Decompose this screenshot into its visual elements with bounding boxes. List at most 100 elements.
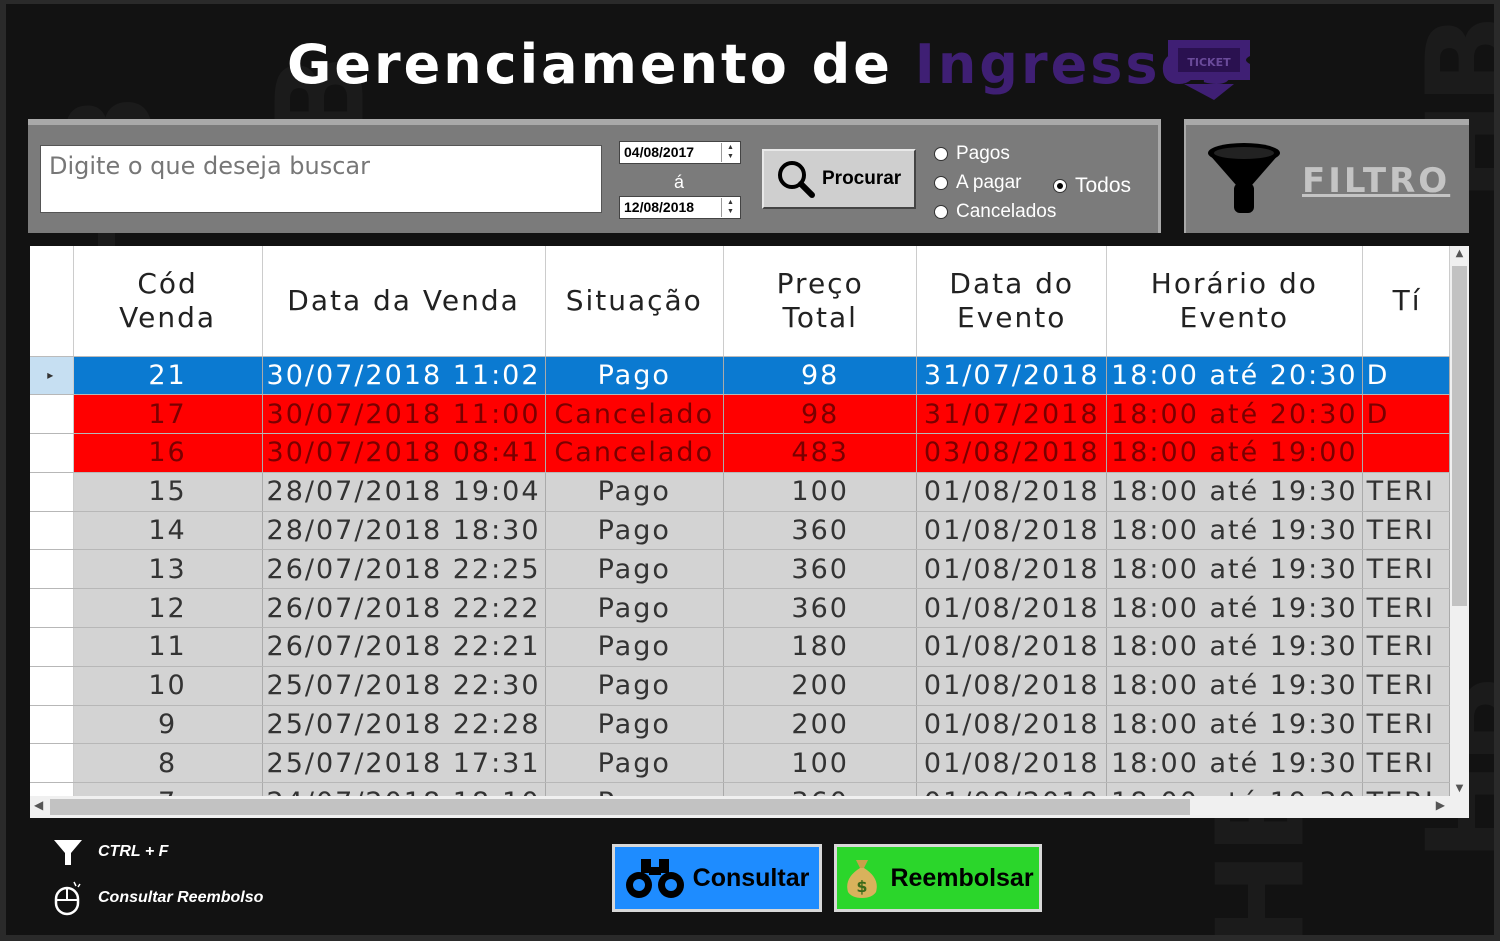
table-cell[interactable]: 01/08/2018 bbox=[916, 743, 1108, 784]
table-row[interactable]: 14 28/07/2018 18:30 Pago 360 01/08/2018 18:00… bbox=[30, 511, 1450, 551]
table-cell[interactable]: 18:00 até 19:30 bbox=[1106, 782, 1363, 796]
table-cell[interactable]: Cancelado bbox=[545, 433, 724, 473]
table-cell[interactable]: 10 bbox=[73, 666, 263, 706]
row-selector[interactable] bbox=[30, 588, 74, 629]
sales-grid[interactable]: Cód Venda Data da Venda Situação Preço T… bbox=[30, 246, 1469, 818]
table-cell[interactable]: 18:00 até 20:30 bbox=[1106, 394, 1363, 435]
table-cell[interactable]: 14 bbox=[73, 511, 263, 551]
column-header[interactable]: Data do Evento bbox=[916, 246, 1108, 357]
radio-todos[interactable]: Todos bbox=[1053, 174, 1131, 198]
date-to-spinner[interactable]: ▲ ▼ bbox=[721, 198, 739, 217]
table-cell[interactable]: Pago bbox=[545, 588, 724, 629]
table-cell[interactable]: TERI bbox=[1362, 782, 1450, 796]
table-cell[interactable]: 18:00 até 20:30 bbox=[1106, 356, 1363, 396]
table-row[interactable]: ▸ 21 30/07/2018 11:02 Pago 98 31/07/2018 18:00… bbox=[30, 356, 1450, 396]
table-cell[interactable]: 360 bbox=[723, 511, 918, 551]
table-cell[interactable]: Pago bbox=[545, 666, 724, 706]
table-cell[interactable]: 18:00 até 19:30 bbox=[1106, 627, 1363, 667]
row-selector[interactable] bbox=[30, 705, 74, 745]
consult-button[interactable]: Consultar bbox=[612, 844, 822, 912]
table-cell[interactable]: Pago bbox=[545, 743, 724, 784]
scroll-down-icon[interactable]: ▼ bbox=[1450, 783, 1469, 794]
table-cell[interactable]: 01/08/2018 bbox=[916, 511, 1108, 551]
table-cell[interactable]: 21 bbox=[73, 356, 263, 396]
table-row[interactable]: 15 28/07/2018 19:04 Pago 100 01/08/2018 18:00… bbox=[30, 472, 1450, 512]
column-header[interactable]: Horário do Evento bbox=[1106, 246, 1363, 357]
scroll-up-icon[interactable]: ▲ bbox=[1450, 248, 1469, 259]
table-cell[interactable]: TERI bbox=[1362, 627, 1450, 667]
table-cell[interactable]: 30/07/2018 11:02 bbox=[262, 356, 546, 396]
row-selector[interactable] bbox=[30, 549, 74, 590]
table-cell[interactable]: 18:00 até 19:30 bbox=[1106, 705, 1363, 745]
table-cell[interactable]: TERI bbox=[1362, 666, 1450, 706]
table-cell[interactable]: 360 bbox=[723, 549, 918, 590]
search-button[interactable]: Procurar bbox=[762, 149, 916, 209]
table-cell[interactable]: 17 bbox=[73, 394, 263, 435]
table-cell[interactable]: Pago bbox=[545, 705, 724, 745]
table-row[interactable]: 8 25/07/2018 17:31 Pago 100 01/08/2018 18:00 … bbox=[30, 743, 1450, 784]
table-cell[interactable]: 28/07/2018 19:04 bbox=[262, 472, 546, 512]
table-cell[interactable]: D bbox=[1362, 356, 1450, 396]
date-from-picker[interactable]: 04/08/2017 ▲ ▼ bbox=[619, 141, 741, 164]
table-cell[interactable]: 01/08/2018 bbox=[916, 549, 1108, 590]
table-row[interactable]: 9 25/07/2018 22:28 Pago 200 01/08/2018 18:00 … bbox=[30, 705, 1450, 745]
table-cell[interactable]: TERI bbox=[1362, 511, 1450, 551]
table-cell[interactable]: 25/07/2018 22:28 bbox=[262, 705, 546, 745]
table-cell[interactable]: 18:00 até 19:30 bbox=[1106, 666, 1363, 706]
radio-a-pagar[interactable]: A pagar bbox=[934, 172, 1022, 194]
table-cell[interactable]: Pago bbox=[545, 782, 724, 796]
radio-cancelados[interactable]: Cancelados bbox=[934, 201, 1056, 223]
table-cell[interactable]: 31/07/2018 bbox=[916, 356, 1108, 396]
table-cell[interactable]: 18:00 até 19:30 bbox=[1106, 511, 1363, 551]
table-cell[interactable]: 26/07/2018 22:21 bbox=[262, 627, 546, 667]
table-cell[interactable]: 18:00 até 19:30 bbox=[1106, 588, 1363, 629]
table-cell[interactable]: 483 bbox=[723, 433, 918, 473]
table-cell[interactable]: 9 bbox=[73, 705, 263, 745]
filter-button[interactable]: FILTRO bbox=[1184, 119, 1469, 233]
table-cell[interactable]: 100 bbox=[723, 743, 918, 784]
table-cell[interactable]: TERI bbox=[1362, 705, 1450, 745]
date-from-spinner[interactable]: ▲ ▼ bbox=[721, 143, 739, 162]
table-cell[interactable]: 01/08/2018 bbox=[916, 627, 1108, 667]
table-cell[interactable]: Pago bbox=[545, 627, 724, 667]
column-header[interactable]: Data da Venda bbox=[262, 246, 546, 357]
table-cell[interactable]: 30/07/2018 08:41 bbox=[262, 433, 546, 473]
table-cell[interactable]: Pago bbox=[545, 356, 724, 396]
column-header[interactable]: Situação bbox=[545, 246, 724, 357]
row-selector[interactable] bbox=[30, 394, 74, 435]
table-cell[interactable]: 360 bbox=[723, 782, 918, 796]
table-cell[interactable]: 01/08/2018 bbox=[916, 472, 1108, 512]
table-cell[interactable]: 01/08/2018 bbox=[916, 782, 1108, 796]
table-cell[interactable]: Pago bbox=[545, 549, 724, 590]
table-row[interactable]: 13 26/07/2018 22:25 Pago 360 01/08/2018 18:00… bbox=[30, 549, 1450, 590]
table-cell[interactable]: 18:00 até 19:00 bbox=[1106, 433, 1363, 473]
table-cell[interactable]: 98 bbox=[723, 394, 918, 435]
table-cell[interactable]: 16 bbox=[73, 433, 263, 473]
table-cell[interactable]: 26/07/2018 22:22 bbox=[262, 588, 546, 629]
table-cell[interactable]: 200 bbox=[723, 666, 918, 706]
table-cell[interactable]: 100 bbox=[723, 472, 918, 512]
table-cell[interactable]: 360 bbox=[723, 588, 918, 629]
table-row[interactable]: 17 30/07/2018 11:00 Cancelado 98 31/07/2018 1… bbox=[30, 394, 1450, 435]
table-cell[interactable]: TERI bbox=[1362, 549, 1450, 590]
row-selector[interactable] bbox=[30, 433, 74, 473]
scroll-right-icon[interactable]: ▶ bbox=[1436, 798, 1445, 812]
table-cell[interactable]: TERI bbox=[1362, 588, 1450, 629]
horizontal-scroll-thumb[interactable] bbox=[50, 799, 1190, 815]
row-selector[interactable] bbox=[30, 627, 74, 667]
row-selector[interactable]: ▸ bbox=[30, 356, 74, 396]
table-cell[interactable]: 30/07/2018 11:00 bbox=[262, 394, 546, 435]
table-cell[interactable]: 12 bbox=[73, 588, 263, 629]
table-cell[interactable]: 24/07/2018 18:10 bbox=[262, 782, 546, 796]
table-cell[interactable]: TERI bbox=[1362, 743, 1450, 784]
table-cell[interactable]: 31/07/2018 bbox=[916, 394, 1108, 435]
table-cell[interactable]: 01/08/2018 bbox=[916, 588, 1108, 629]
table-cell[interactable]: 8 bbox=[73, 743, 263, 784]
refund-button[interactable]: $ Reembolsar bbox=[834, 844, 1042, 912]
table-cell[interactable]: 15 bbox=[73, 472, 263, 512]
vertical-scroll-thumb[interactable] bbox=[1452, 266, 1467, 606]
table-cell[interactable]: 13 bbox=[73, 549, 263, 590]
table-cell[interactable] bbox=[1362, 433, 1450, 473]
row-selector[interactable] bbox=[30, 782, 74, 796]
search-input[interactable]: Digite o que deseja buscar bbox=[40, 145, 602, 213]
